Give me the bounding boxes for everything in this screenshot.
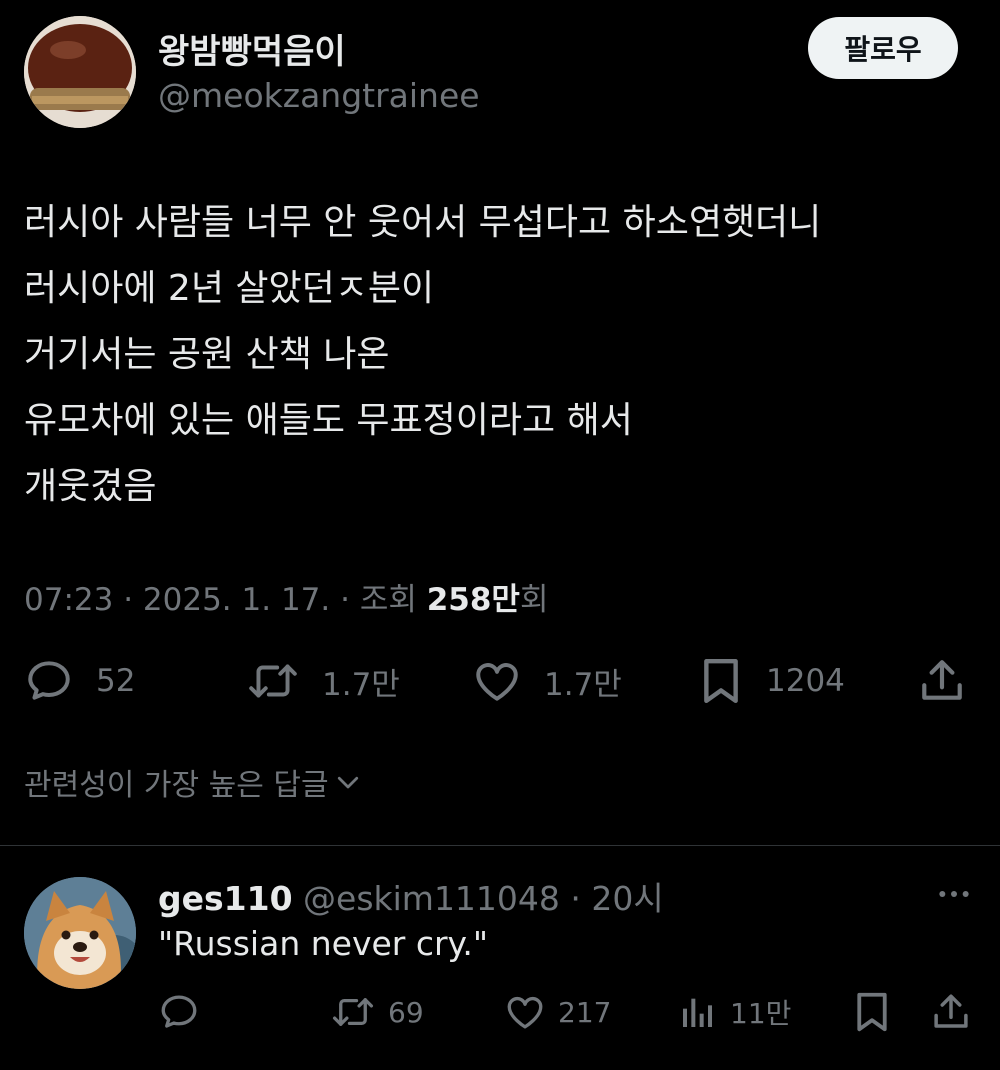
bookmark-button[interactable]: 1204 xyxy=(698,652,845,710)
reply-retweet-count: 69 xyxy=(388,995,424,1029)
bookmark-icon xyxy=(857,992,887,1032)
reply-bookmark-button[interactable] xyxy=(852,990,892,1034)
reply-views-count: 11만 xyxy=(730,997,792,1030)
heart-icon xyxy=(476,663,518,701)
author-avatar[interactable] xyxy=(24,16,136,128)
chevron-down-icon xyxy=(337,776,358,789)
reply-author-handle[interactable]: @eskim111048 · 20시 xyxy=(293,879,664,918)
more-dots-icon xyxy=(939,891,969,897)
reply-views-button[interactable]: 11만 xyxy=(678,990,791,1034)
retweet-count: 1.7만 xyxy=(322,666,400,703)
meta-separator: · xyxy=(330,582,360,618)
reply-author-name[interactable]: ges110 xyxy=(158,879,293,918)
reply-text: "Russian never cry." xyxy=(158,924,489,963)
retweet-icon xyxy=(332,998,374,1026)
heart-icon xyxy=(507,997,543,1029)
reply-header: ges110 @eskim111048 · 20시 xyxy=(158,872,664,920)
tweet-date[interactable]: 2025. 1. 17. xyxy=(143,582,330,618)
reply-like-count: 217 xyxy=(558,995,612,1029)
bar-chart-icon xyxy=(683,998,712,1027)
tweet-text-line: 거기서는 공원 산책 나온 xyxy=(24,334,390,375)
reply-sort-label: 관련성이 가장 높은 답글 xyxy=(24,768,329,803)
like-button[interactable]: 1.7만 xyxy=(472,652,622,710)
retweet-button[interactable]: 1.7만 xyxy=(246,652,400,710)
divider xyxy=(0,845,1000,846)
reply-share-button[interactable] xyxy=(930,990,972,1034)
tweet-text-line: 유모차에 있는 애들도 무표정이라고 해서 xyxy=(24,400,633,441)
follow-button[interactable]: 팔로우 xyxy=(808,17,958,79)
tweet-text: 러시아 사람들 너무 안 웃어서 무섭다고 하소연햇더니 러시아에 2년 살았던… xyxy=(24,190,821,520)
tweet-text-line: 러시아 사람들 너무 안 웃어서 무섭다고 하소연햇더니 xyxy=(24,202,822,243)
reply-count: 52 xyxy=(96,663,136,699)
like-count: 1.7만 xyxy=(544,666,622,703)
reply-button[interactable]: 52 xyxy=(24,652,135,710)
share-button[interactable] xyxy=(916,652,968,710)
reply-author-avatar[interactable] xyxy=(24,877,136,989)
author-display-name[interactable]: 왕밤빵먹음이 xyxy=(158,24,346,73)
retweet-icon xyxy=(249,664,297,698)
tweet-text-line: 러시아에 2년 살았던ㅈ분이 xyxy=(24,268,435,309)
bookmark-count: 1204 xyxy=(766,663,845,699)
bookmark-icon xyxy=(704,658,738,704)
tweet-time[interactable]: 07:23 xyxy=(24,582,113,618)
share-upload-icon xyxy=(934,994,968,1028)
reply-sort-selector[interactable]: 관련성이 가장 높은 답글 xyxy=(24,760,363,804)
author-handle[interactable]: @meokzangtrainee xyxy=(158,76,480,115)
views-label: 조회 xyxy=(359,582,427,618)
speech-bubble-icon xyxy=(28,661,70,700)
tweet-text-line: 개웃겼음 xyxy=(24,466,157,507)
reply-retweet-button[interactable]: 69 xyxy=(330,990,424,1034)
reply-reply-button[interactable] xyxy=(158,990,200,1034)
share-upload-icon xyxy=(922,660,962,700)
meta-separator: · xyxy=(113,582,143,618)
views-unit: 회 xyxy=(519,582,549,618)
reply-like-button[interactable]: 217 xyxy=(504,990,611,1034)
speech-bubble-icon xyxy=(161,995,197,1028)
more-button[interactable] xyxy=(934,874,974,918)
tweet-meta: 07:23 · 2025. 1. 17. · 조회 258만회 xyxy=(24,574,548,619)
views-count[interactable]: 258만 xyxy=(427,582,520,618)
